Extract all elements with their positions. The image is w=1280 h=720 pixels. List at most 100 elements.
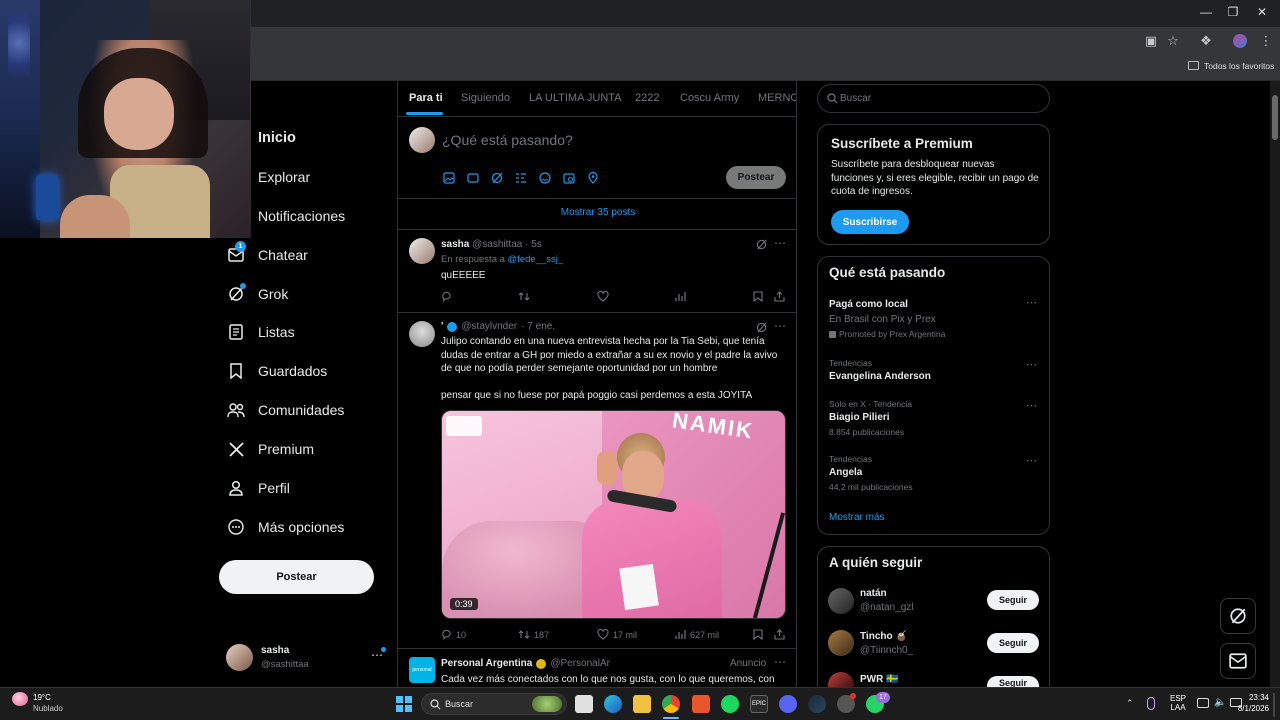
edge-icon[interactable] — [604, 695, 622, 713]
language-indicator[interactable]: ESP LAA — [1170, 694, 1186, 712]
scrollbar-thumb[interactable] — [1272, 95, 1278, 140]
tweet-video[interactable]: NAMIK 0:39 — [441, 410, 786, 619]
account-avatar[interactable] — [226, 644, 253, 671]
follow-name[interactable]: natán — [860, 588, 887, 599]
nav-more[interactable]: Más opciones — [226, 512, 344, 542]
follow-button[interactable]: Seguir — [987, 676, 1039, 687]
like-icon[interactable] — [597, 291, 609, 302]
trend-more-icon[interactable]: ⋯ — [1026, 454, 1037, 467]
reply-action[interactable]: 10 — [441, 629, 466, 640]
composer-post-button[interactable]: Postear — [726, 166, 786, 189]
nav-grok[interactable]: Grok — [226, 279, 288, 309]
tweet-handle[interactable]: @sashittaa — [472, 239, 522, 250]
clock-date[interactable]: 8/1/2026 — [1232, 704, 1269, 713]
trend-title[interactable]: Angela — [829, 467, 862, 478]
trend-more-icon[interactable]: ⋯ — [1026, 358, 1037, 371]
nav-premium[interactable]: Premium — [226, 434, 314, 464]
page-scrollbar[interactable] — [1270, 81, 1280, 687]
messages-floating-button[interactable] — [1220, 643, 1256, 679]
minimize-button[interactable]: — — [1195, 5, 1217, 19]
bookmark-icon[interactable] — [753, 291, 763, 302]
tab-siguiendo[interactable]: Siguiendo — [461, 81, 510, 115]
views-icon[interactable] — [675, 291, 686, 302]
trend-title[interactable]: Biagio Pilieri — [829, 412, 890, 423]
weather-temp[interactable]: 19°C — [33, 693, 51, 702]
windows-start-icon[interactable] — [396, 696, 412, 712]
trend-more-icon[interactable]: ⋯ — [1026, 399, 1037, 412]
microphone-icon[interactable] — [1147, 697, 1155, 710]
taskbar-search[interactable]: Buscar — [421, 693, 567, 715]
install-app-icon[interactable]: ▣ — [1143, 33, 1159, 49]
steam-icon[interactable] — [808, 695, 826, 713]
search-box[interactable]: Buscar — [817, 84, 1050, 113]
tweet-more-icon[interactable]: ⋯ — [774, 236, 786, 250]
bookmark-icon[interactable] — [753, 629, 763, 640]
advertiser-logo[interactable]: personal — [409, 657, 435, 683]
task-view-icon[interactable] — [575, 695, 593, 713]
grok-compose-icon[interactable] — [491, 172, 503, 184]
views-action[interactable]: 627 mil — [675, 629, 719, 640]
nav-chat[interactable]: 1 Chatear — [226, 240, 308, 270]
grok-explain-icon[interactable] — [756, 322, 768, 334]
discord-icon[interactable] — [779, 695, 797, 713]
like-action[interactable]: 17 mil — [597, 629, 637, 640]
show-desktop-button[interactable] — [1273, 693, 1275, 717]
grok-floating-button[interactable] — [1220, 598, 1256, 634]
location-icon[interactable] — [587, 172, 599, 184]
gif-icon[interactable] — [467, 172, 479, 184]
tweet-author[interactable]: Personal Argentina — [441, 658, 532, 669]
schedule-icon[interactable] — [563, 172, 575, 184]
tweet-more-icon[interactable]: ⋯ — [774, 655, 786, 669]
reply-to-link[interactable]: @fede__ssj_ — [508, 254, 564, 265]
follow-name[interactable]: PWR 🇸🇪 — [860, 674, 899, 685]
nav-lists[interactable]: Listas — [226, 317, 295, 347]
tab-para-ti[interactable]: Para ti — [409, 81, 443, 115]
tweet-avatar[interactable] — [409, 321, 435, 347]
tab-mernos[interactable]: MERNOS — [758, 81, 796, 115]
display-icon[interactable] — [1197, 698, 1209, 708]
nav-notifications[interactable]: Notificaciones — [226, 201, 345, 231]
tweet-avatar[interactable] — [409, 238, 435, 264]
follow-button[interactable]: Seguir — [987, 590, 1039, 610]
repost-icon[interactable] — [518, 291, 530, 302]
trend-title[interactable]: Pagá como local — [829, 299, 908, 310]
share-icon[interactable] — [774, 629, 785, 640]
restore-button[interactable]: ❐ — [1222, 5, 1244, 19]
weather-icon[interactable] — [12, 692, 28, 706]
epic-games-icon[interactable]: EPIC — [750, 695, 768, 713]
nav-explore[interactable]: Explorar — [226, 162, 310, 192]
subscribe-button[interactable]: Suscribirse — [831, 210, 909, 234]
trends-show-more[interactable]: Mostrar más — [829, 512, 885, 523]
emoji-icon[interactable] — [539, 172, 551, 184]
spotify-icon[interactable] — [721, 695, 739, 713]
profile-avatar[interactable] — [1233, 34, 1247, 48]
nav-home[interactable]: Inicio — [226, 123, 296, 153]
grok-explain-icon[interactable] — [756, 239, 768, 251]
tweet-handle[interactable]: @staylvnder — [461, 321, 517, 332]
all-bookmarks-link[interactable]: Todos los favoritos — [1204, 61, 1274, 71]
follow-name[interactable]: Tincho 🧉 — [860, 631, 908, 642]
volume-icon[interactable]: 🔈 — [1214, 697, 1226, 708]
chrome-icon[interactable] — [662, 695, 680, 713]
tab-la-ultima-junta[interactable]: LA ULTIMA JUNTA — [529, 81, 622, 115]
file-explorer-icon[interactable] — [633, 695, 651, 713]
follow-avatar[interactable] — [828, 588, 854, 614]
follow-avatar[interactable] — [828, 630, 854, 656]
tweet-more-icon[interactable]: ⋯ — [774, 319, 786, 333]
clock-time[interactable]: 23:34 — [1245, 693, 1269, 702]
composer-input[interactable]: ¿Qué está pasando? — [442, 132, 573, 148]
menu-kebab-icon[interactable]: ⋮ — [1258, 33, 1274, 49]
tweet-author[interactable]: sasha — [441, 239, 469, 250]
trend-title[interactable]: Evangelina Anderson — [829, 371, 931, 382]
nav-profile[interactable]: Perfil — [226, 473, 290, 503]
image-icon[interactable] — [443, 172, 455, 184]
post-button[interactable]: Postear — [219, 560, 374, 594]
nav-bookmarks[interactable]: Guardados — [226, 356, 327, 386]
tray-overflow-icon[interactable]: ⌃ — [1126, 698, 1134, 709]
brave-icon[interactable] — [692, 695, 710, 713]
follow-button[interactable]: Seguir — [987, 633, 1039, 653]
show-more-posts[interactable]: Mostrar 35 posts — [398, 207, 796, 218]
tweet-author[interactable]: ' — [441, 321, 443, 332]
trend-more-icon[interactable]: ⋯ — [1026, 296, 1037, 309]
share-icon[interactable] — [774, 291, 785, 302]
